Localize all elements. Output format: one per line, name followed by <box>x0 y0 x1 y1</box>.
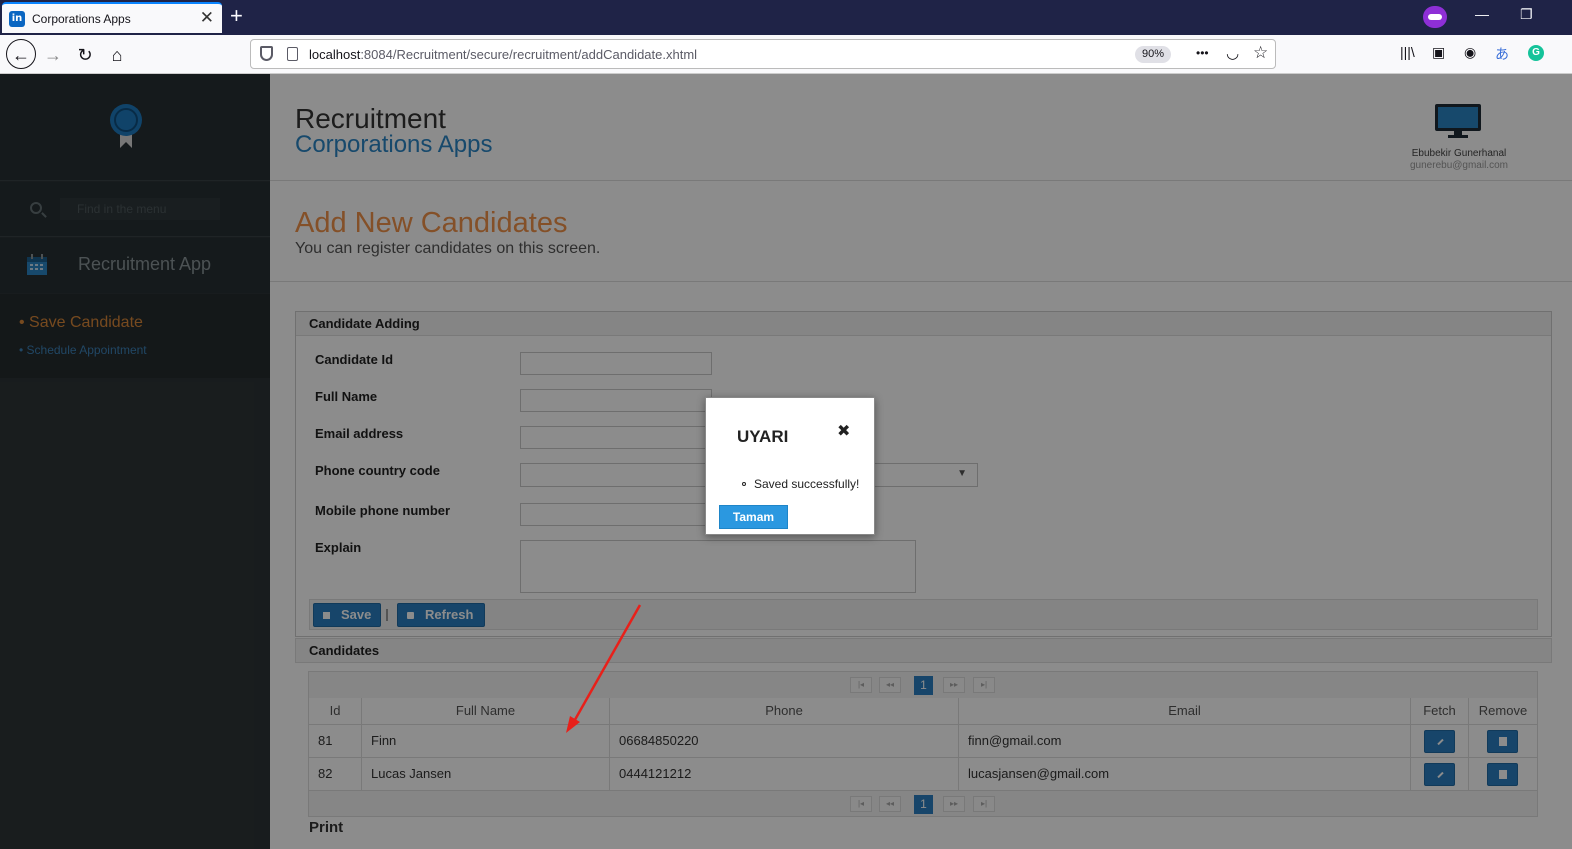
translate-icon[interactable]: あ <box>1495 44 1509 64</box>
home-button[interactable]: ⌂ <box>102 40 132 70</box>
back-button[interactable]: ← <box>6 39 36 69</box>
private-mask-icon <box>1423 6 1447 28</box>
bookmark-star-icon[interactable]: ☆ <box>1253 43 1268 63</box>
dialog-title: UYARI <box>737 427 789 446</box>
dialog-ok-button[interactable]: Tamam <box>719 505 788 529</box>
account-icon[interactable]: ◉ <box>1464 44 1476 61</box>
dialog-close-icon[interactable]: ✖ <box>837 421 850 441</box>
bullet-icon <box>742 482 746 486</box>
shield-icon[interactable] <box>260 46 273 61</box>
forward-button[interactable]: → <box>38 40 68 70</box>
sidebar-toggle-icon[interactable]: ▣ <box>1432 44 1445 61</box>
url-bar[interactable]: localhost:8084/Recruitment/secure/recrui… <box>250 39 1276 69</box>
tab-title: Corporations Apps <box>32 12 131 26</box>
dialog-message: Saved successfully! <box>754 477 860 491</box>
browser-tab[interactable]: in Corporations Apps ✕ <box>2 2 222 33</box>
reload-button[interactable]: ↻ <box>70 40 100 70</box>
minimize-button[interactable]: — <box>1475 6 1489 22</box>
url-text[interactable]: localhost:8084/Recruitment/secure/recrui… <box>309 47 697 62</box>
linkedin-favicon-icon: in <box>9 11 25 27</box>
browser-navbar: ← → ↻ ⌂ localhost:8084/Recruitment/secur… <box>0 35 1572 74</box>
page-info-icon[interactable] <box>287 47 298 61</box>
url-host: localhost <box>309 47 361 62</box>
url-path: :8084/Recruitment/secure/recruitment/add… <box>360 47 698 62</box>
pocket-icon[interactable]: ◡ <box>1226 44 1239 62</box>
page-actions-icon[interactable]: ••• <box>1196 46 1209 60</box>
red-arrow-annotation <box>566 604 642 733</box>
new-tab-button[interactable]: + <box>230 3 243 29</box>
library-icon[interactable]: |||\ <box>1400 44 1415 60</box>
grammarly-icon[interactable]: G <box>1528 45 1544 61</box>
zoom-badge[interactable]: 90% <box>1135 46 1172 63</box>
tab-close-icon[interactable]: ✕ <box>200 8 214 28</box>
restore-button[interactable]: ❐ <box>1520 6 1533 23</box>
alert-dialog: UYARI ✖ Saved successfully! Tamam <box>705 397 875 535</box>
browser-tabbar: in Corporations Apps ✕ + — ❐ <box>0 0 1572 35</box>
